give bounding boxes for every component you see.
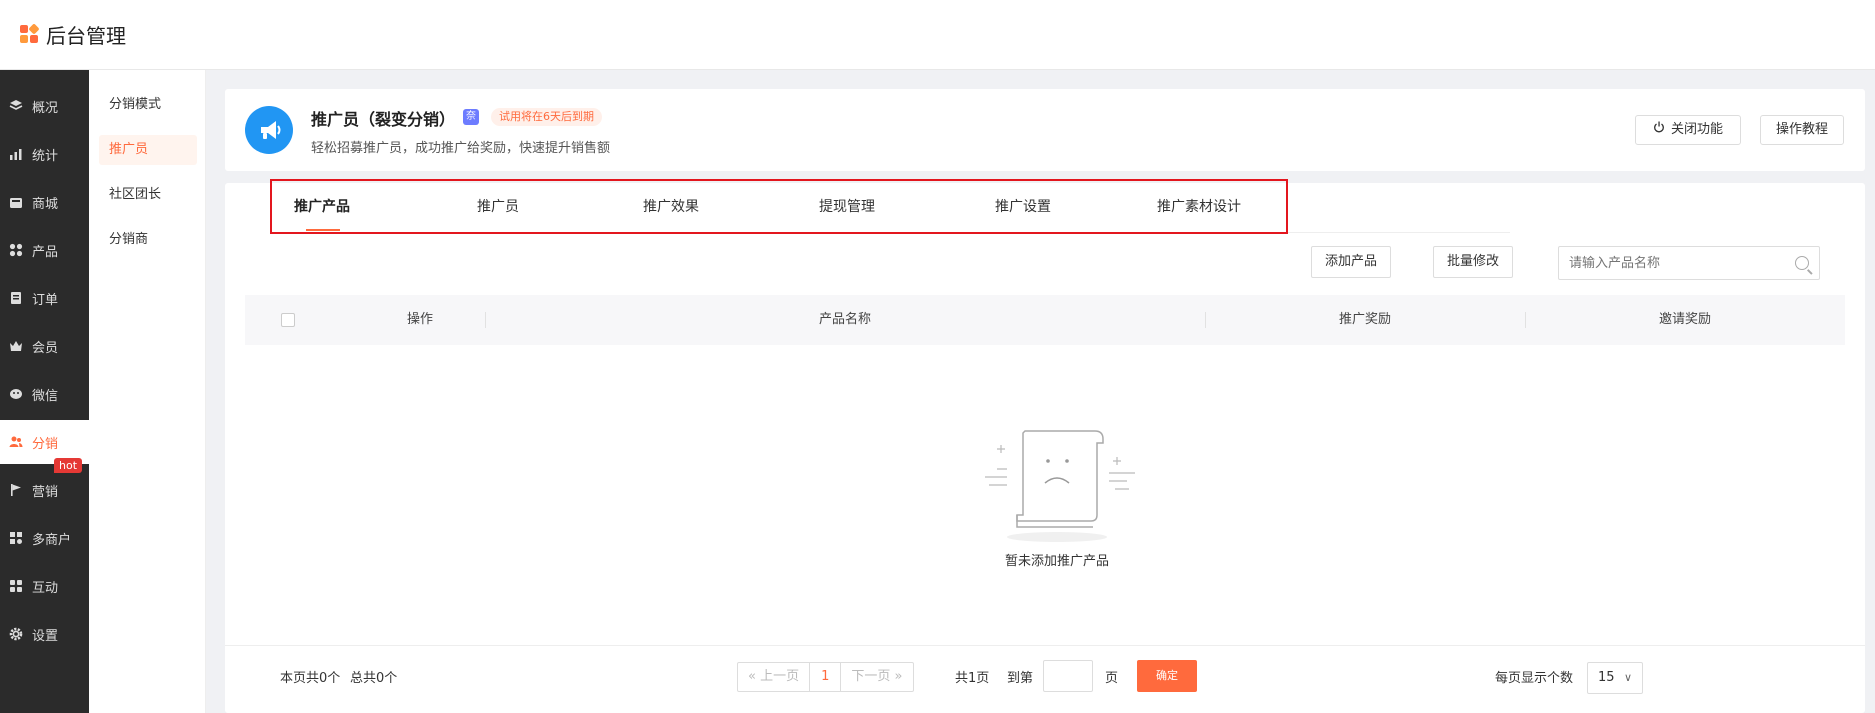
goto-label: 到第 <box>1007 671 1034 686</box>
users-icon <box>8 434 24 450</box>
tab-bar: 推广产品 推广员 推广效果 提现管理 推广设置 推广素材设计 <box>270 183 1510 233</box>
chart-icon <box>8 146 24 162</box>
active-tab-indicator <box>306 229 340 231</box>
wechat-icon <box>8 386 24 402</box>
nav-item-settings[interactable]: 设置 <box>0 612 89 656</box>
column-header-invite-reward: 邀请奖励 <box>1658 312 1711 327</box>
column-header-product-name: 产品名称 <box>818 312 871 327</box>
page-controls: « 上一页 1 下一页 » <box>737 662 914 692</box>
nav-item-shop[interactable]: 商城 <box>0 180 89 224</box>
tab-promoted-products[interactable]: 推广产品 <box>294 196 350 216</box>
total-pages: 共1页 <box>955 671 990 686</box>
nav-item-multi-merchant[interactable]: 多商户 <box>0 516 89 560</box>
select-all-checkbox[interactable] <box>281 313 295 327</box>
nav-label: 订单 <box>32 292 59 308</box>
tab-promoters[interactable]: 推广员 <box>477 196 519 216</box>
close-feature-button[interactable]: 关闭功能 <box>1635 115 1741 145</box>
logo[interactable]: 后台管理 <box>20 20 126 49</box>
logo-icon <box>20 22 40 45</box>
nav-label: 微信 <box>32 388 59 404</box>
nav-label: 营销 <box>32 484 59 500</box>
prev-page-label: 上一页 <box>760 669 800 684</box>
column-header-promotion-reward: 推广奖励 <box>1338 312 1391 327</box>
page-item-count: 本页共0个 <box>280 671 341 686</box>
top-bar: 后台管理 <box>0 0 1875 70</box>
crown-icon <box>8 338 24 354</box>
vip-badge: 奈 <box>463 109 479 125</box>
per-page-select[interactable]: 15 ∨ <box>1587 662 1643 694</box>
nav-label: 分销 <box>32 436 59 452</box>
flag-icon <box>8 482 24 498</box>
nav-label: 概况 <box>32 100 59 116</box>
total-item-count: 总共0个 <box>350 671 398 686</box>
subnav-item-distributor[interactable]: 分销商 <box>99 225 197 255</box>
goto-page-input[interactable] <box>1043 660 1093 692</box>
prev-page-button[interactable]: « 上一页 <box>738 663 809 691</box>
product-search <box>1558 246 1820 280</box>
nav-item-interaction[interactable]: 互动 <box>0 564 89 608</box>
nav-item-products[interactable]: 产品 <box>0 228 89 272</box>
nav-label: 多商户 <box>32 532 72 548</box>
hot-badge: hot <box>54 458 83 473</box>
per-page-label: 每页显示个数 <box>1495 671 1574 686</box>
nav-item-stats[interactable]: 统计 <box>0 132 89 176</box>
nav-item-members[interactable]: 会员 <box>0 324 89 368</box>
store-icon <box>8 530 24 546</box>
nav-label: 会员 <box>32 340 59 356</box>
nav-label: 设置 <box>32 628 59 644</box>
nav-item-marketing[interactable]: 营销 hot <box>0 458 89 512</box>
chevron-down-icon: ∨ <box>1623 671 1632 684</box>
interact-icon <box>8 578 24 594</box>
subnav-item-promoter[interactable]: 推广员 <box>99 135 197 165</box>
empty-document-icon <box>985 430 1135 542</box>
feature-header: 推广员（裂变分销） 奈 试用将在6天后到期 轻松招募推广员，成功推广给奖励，快速… <box>225 89 1865 171</box>
add-product-button[interactable]: 添加产品 <box>1311 246 1391 278</box>
nav-item-overview[interactable]: 概况 <box>0 84 89 128</box>
nav-label: 产品 <box>32 244 59 260</box>
order-icon <box>8 290 24 306</box>
search-icon[interactable] <box>1795 256 1809 270</box>
current-page[interactable]: 1 <box>809 663 842 691</box>
layers-icon <box>8 98 24 114</box>
search-input[interactable] <box>1559 247 1779 279</box>
nav-label: 商城 <box>32 196 59 212</box>
nav-label: 互动 <box>32 580 59 596</box>
tutorial-button[interactable]: 操作教程 <box>1760 115 1844 145</box>
next-page-label: 下一页 <box>851 669 891 684</box>
gear-icon <box>8 626 24 642</box>
per-page-value: 15 <box>1598 670 1615 685</box>
nav-label: 统计 <box>32 148 59 164</box>
feature-title: 推广员（裂变分销） <box>311 110 456 129</box>
primary-nav: 概况 统计 商城 产品 订单 会员 微信 分销 营销 hot 多商户 互动 设置 <box>0 70 89 713</box>
megaphone-icon <box>245 106 293 154</box>
next-page-button[interactable]: 下一页 » <box>841 663 912 691</box>
nav-item-orders[interactable]: 订单 <box>0 276 89 320</box>
power-icon <box>1653 116 1665 144</box>
main-content: 推广产品 推广员 推广效果 提现管理 推广设置 推广素材设计 添加产品 批量修改… <box>225 179 1865 713</box>
goto-confirm-button[interactable]: 确定 <box>1137 660 1197 692</box>
close-feature-label: 关闭功能 <box>1670 122 1723 137</box>
page-unit-label: 页 <box>1105 671 1119 686</box>
trial-badge: 试用将在6天后到期 <box>491 108 602 126</box>
feature-description: 轻松招募推广员，成功推广给奖励，快速提升销售额 <box>311 141 611 156</box>
subnav-item-distribution-mode[interactable]: 分销模式 <box>99 90 197 120</box>
grid-icon <box>8 242 24 258</box>
tab-material-design[interactable]: 推广素材设计 <box>1157 196 1241 216</box>
batch-edit-button[interactable]: 批量修改 <box>1433 246 1513 278</box>
empty-state: 暂未添加推广产品 <box>967 423 1147 569</box>
shop-icon <box>8 194 24 210</box>
table-header: 操作 产品名称 推广奖励 邀请奖励 <box>245 295 1845 345</box>
tab-withdraw-management[interactable]: 提现管理 <box>819 196 875 216</box>
secondary-nav: 分销模式 推广员 社区团长 分销商 <box>89 70 206 713</box>
nav-item-wechat[interactable]: 微信 <box>0 372 89 416</box>
app-title: 后台管理 <box>46 24 126 48</box>
tab-promotion-effect[interactable]: 推广效果 <box>643 196 699 216</box>
pagination: 本页共0个 总共0个 « 上一页 1 下一页 » 共1页 到第 页 确定 每页显… <box>225 645 1865 705</box>
empty-state-text: 暂未添加推广产品 <box>1004 554 1109 569</box>
tab-promotion-settings[interactable]: 推广设置 <box>995 196 1051 216</box>
subnav-item-community-leader[interactable]: 社区团长 <box>99 180 197 210</box>
